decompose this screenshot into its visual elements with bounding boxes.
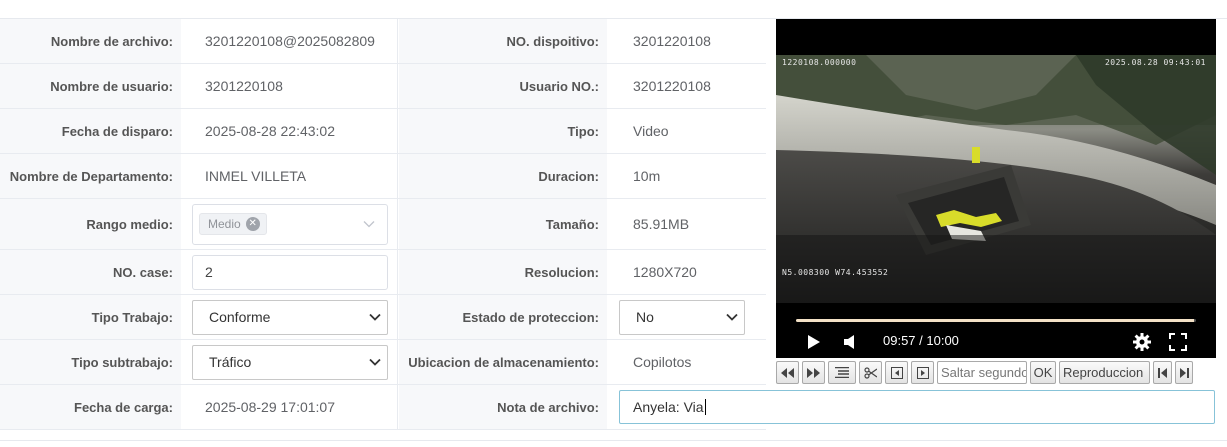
form-row-range: Rango medio: Medio ✕ Tamaño: 85.91MB: [0, 199, 766, 250]
range-cell: Medio ✕: [181, 199, 398, 249]
video-frame: 1220108.000000 2025.08.28 09:43:01 N5.00…: [776, 55, 1216, 303]
chevron-down-icon: [369, 313, 381, 321]
text-cursor: [704, 399, 706, 415]
form-row-department: Nombre de Departamento: INMEL VILLETA Du…: [0, 154, 766, 199]
next-frame-button[interactable]: [911, 361, 934, 384]
work-type-label: Tipo Trabajo:: [0, 295, 181, 339]
file-detail-panel: Nombre de archivo: 3201220108@2025082809…: [0, 0, 1227, 447]
duration-value: 10m: [633, 168, 661, 184]
form-row-user-name: Nombre de usuario: 3201220108 Usuario NO…: [0, 64, 766, 109]
form-row-work-type: Tipo Trabajo: Conforme Estado de protecc…: [0, 295, 766, 340]
osd-timestamp: 2025.08.28 09:43:01: [1104, 58, 1206, 67]
work-type-selected: Conforme: [209, 309, 271, 325]
protection-cell: No: [608, 295, 766, 339]
protection-selected: No: [636, 309, 654, 325]
department-label: Nombre de Departamento:: [0, 154, 181, 198]
department-value: INMEL VILLETA: [181, 154, 398, 198]
resolution-value: 1280X720: [633, 264, 697, 280]
video-player[interactable]: 1220108.000000 2025.08.28 09:43:01 N5.00…: [776, 19, 1216, 358]
protection-select[interactable]: No: [619, 299, 745, 335]
settings-gear-icon[interactable]: [1132, 332, 1152, 352]
storage-location-label: Ubicacion de almacenamiento:: [399, 340, 607, 384]
skip-end-icon: [1179, 367, 1189, 378]
prev-frame-icon: [890, 366, 903, 379]
video-progress-bar[interactable]: [796, 319, 1196, 322]
file-note-text: Anyela: Via: [633, 399, 704, 415]
work-type-select[interactable]: Conforme: [192, 299, 388, 335]
file-name-label: Nombre de archivo:: [0, 19, 181, 63]
osd-device-id: 1220108.000000: [782, 58, 857, 67]
subwork-type-select[interactable]: Tráfico: [192, 344, 388, 380]
case-no-cell: 2: [181, 250, 398, 294]
trigger-date-label: Fecha de disparo:: [0, 109, 181, 153]
fast-forward-icon: [807, 367, 820, 378]
user-no-value: 3201220108: [633, 78, 711, 94]
tag-close-icon[interactable]: ✕: [245, 217, 260, 231]
fast-forward-button[interactable]: [802, 361, 825, 384]
rewind-button[interactable]: [776, 361, 799, 384]
form-row-subwork-type: Tipo subtrabajo: Tráfico Ubicacion de al…: [0, 340, 766, 385]
upload-date-value: 2025-08-29 17:01:07: [181, 385, 398, 429]
type-label: Tipo:: [399, 109, 607, 153]
dashcam-scene-image: [776, 55, 1216, 303]
fullscreen-icon[interactable]: [1169, 333, 1187, 351]
video-time: 09:57 / 10:00: [883, 333, 959, 348]
file-name-value: 3201220108@2025082809: [181, 19, 398, 63]
case-no-input[interactable]: 2: [192, 254, 388, 290]
file-note-input[interactable]: Anyela: Via: [619, 390, 1215, 424]
user-name-label: Nombre de usuario:: [0, 64, 181, 108]
form-row-case: NO. case: 2 Resolucion: 1280X720: [0, 250, 766, 295]
protection-label: Estado de proteccion:: [399, 295, 607, 339]
work-type-cell: Conforme: [181, 295, 398, 339]
form-row-trigger-date: Fecha de disparo: 2025-08-28 22:43:02 Ti…: [0, 109, 766, 154]
subwork-type-cell: Tráfico: [181, 340, 398, 384]
list-icon: [835, 367, 849, 378]
chevron-down-icon: [363, 221, 375, 228]
form-row-file-name: Nombre de archivo: 3201220108@2025082809…: [0, 19, 766, 64]
duration-label: Duracion:: [399, 154, 607, 198]
list-button[interactable]: [828, 361, 856, 384]
trigger-date-value: 2025-08-28 22:43:02: [181, 109, 398, 153]
volume-icon[interactable]: [843, 334, 857, 350]
scissors-icon: [864, 366, 877, 379]
skip-end-button[interactable]: [1175, 361, 1193, 384]
user-no-label: Usuario NO.:: [399, 64, 607, 108]
storage-location-value: Copilotos: [633, 354, 692, 370]
case-no-label: NO. case:: [0, 250, 181, 294]
subwork-type-selected: Tráfico: [209, 354, 252, 370]
user-name-value: 3201220108: [181, 64, 398, 108]
subwork-type-label: Tipo subtrabajo:: [0, 340, 181, 384]
seek-seconds-input[interactable]: Saltar segundos: [937, 361, 1027, 384]
skip-start-icon: [1158, 367, 1167, 378]
range-multiselect[interactable]: Medio ✕: [192, 203, 388, 245]
upload-date-label: Fecha de carga:: [0, 385, 181, 429]
osd-gps: N5.008300 W74.453552: [782, 268, 889, 277]
chevron-down-icon: [726, 313, 738, 321]
size-label: Tamaño:: [399, 199, 607, 249]
video-controls: [776, 329, 1216, 357]
skip-start-button[interactable]: [1153, 361, 1172, 384]
range-tag-label: Medio: [208, 217, 241, 231]
chevron-down-icon: [369, 358, 381, 366]
playback-toolbar: Saltar segundos OK Reproduccion: [776, 360, 1216, 385]
resolution-label: Resolucion:: [399, 250, 607, 294]
playback-mode-button[interactable]: Reproduccion: [1059, 361, 1150, 384]
file-note-label: Nota de archivo:: [399, 385, 607, 429]
size-value: 85.91MB: [633, 216, 690, 232]
rewind-icon: [781, 367, 794, 378]
prev-frame-button[interactable]: [885, 361, 908, 384]
ok-button[interactable]: OK: [1030, 361, 1056, 384]
range-tag: Medio ✕: [199, 213, 267, 235]
bottom-divider: [0, 440, 1227, 441]
play-icon[interactable]: [807, 334, 821, 350]
range-label: Rango medio:: [0, 199, 181, 249]
next-frame-icon: [916, 366, 929, 379]
cut-button[interactable]: [859, 361, 882, 384]
device-no-label: NO. dispoitivo:: [399, 19, 607, 63]
device-no-value: 3201220108: [633, 33, 711, 49]
type-value: Video: [633, 123, 669, 139]
